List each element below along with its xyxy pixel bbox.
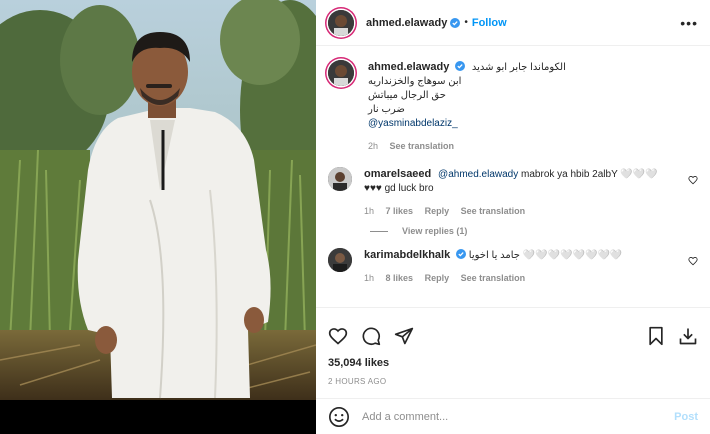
likes-count[interactable]: 35,094 likes <box>316 357 710 369</box>
caption-username[interactable]: ahmed.elawady <box>368 61 449 73</box>
action-bar <box>316 307 710 355</box>
caption-time[interactable]: 2h <box>368 141 378 151</box>
comment-like-heart-icon[interactable] <box>688 175 698 185</box>
caption-line: ضرب نار <box>368 104 405 115</box>
comment-username[interactable]: omarelsaeed <box>364 168 431 180</box>
add-comment-bar: Post <box>316 398 710 434</box>
post-header: ahmed.elawady • Follow ••• <box>316 0 710 46</box>
caption-line: ابن سوهاج والخزنداريه <box>368 76 462 87</box>
comment-text: ♥♥♥ gd luck bro <box>364 183 434 194</box>
comment-likes[interactable]: 7 likes <box>386 206 414 216</box>
share-icon[interactable] <box>394 326 414 346</box>
see-translation-link[interactable]: See translation <box>461 206 526 216</box>
comment-like-heart-icon[interactable] <box>688 256 698 266</box>
comment-mention[interactable]: @ahmed.elawady <box>438 169 518 180</box>
avatar[interactable] <box>328 9 354 36</box>
comments-list: ahmed.elawady الكوماندا جابر ابو شديد اب… <box>316 46 710 307</box>
bookmark-icon[interactable] <box>646 326 666 346</box>
comment-time[interactable]: 1h <box>364 206 374 216</box>
reply-button[interactable]: Reply <box>425 206 450 216</box>
more-options-icon[interactable]: ••• <box>680 15 698 31</box>
caption-avatar[interactable] <box>328 60 354 86</box>
reply-button[interactable]: Reply <box>425 273 450 283</box>
verified-badge-icon <box>456 249 466 259</box>
view-replies-divider <box>370 230 388 232</box>
verified-badge-icon <box>450 17 461 28</box>
post-time: 2 HOURS AGO <box>328 377 387 386</box>
post-panel: ahmed.elawady • Follow ••• ahmed.elawady… <box>316 0 710 434</box>
caption-mention[interactable]: @yasminabdelaziz_ <box>368 118 458 129</box>
comment-likes[interactable]: 8 likes <box>386 273 414 283</box>
download-icon[interactable] <box>678 326 698 346</box>
post-button[interactable]: Post <box>674 411 698 423</box>
comment-time[interactable]: 1h <box>364 273 374 283</box>
comment-avatar[interactable] <box>328 248 352 272</box>
comment-item: karimabdelkhalk جامد يا اخويا 🤍🤍🤍🤍🤍🤍🤍🤍 1… <box>328 248 698 285</box>
comment-input[interactable] <box>362 410 675 423</box>
comment-username[interactable]: karimabdelkhalk <box>364 249 450 261</box>
view-replies-button[interactable]: View replies (1) <box>370 226 698 236</box>
caption: ahmed.elawady الكوماندا جابر ابو شديد اب… <box>328 60 698 153</box>
post-photo[interactable] <box>0 0 316 434</box>
header-username[interactable]: ahmed.elawady <box>366 17 447 29</box>
verified-badge-icon <box>455 61 466 71</box>
view-replies-label: View replies (1) <box>402 226 468 236</box>
caption-line: حق الرجال ميباتش <box>368 90 446 101</box>
header-separator: • <box>464 17 468 28</box>
comment-text: جامد يا اخويا 🤍🤍🤍🤍🤍🤍🤍🤍 <box>468 250 623 261</box>
see-translation-link[interactable]: See translation <box>461 273 526 283</box>
comment-avatar[interactable] <box>328 167 352 191</box>
follow-button[interactable]: Follow <box>472 17 507 29</box>
comment-item: omarelsaeed @ahmed.elawady mabrok ya hbi… <box>328 167 698 218</box>
heart-icon[interactable] <box>328 326 348 346</box>
see-translation-link[interactable]: See translation <box>390 141 455 151</box>
emoji-icon[interactable] <box>328 406 350 428</box>
caption-line: الكوماندا جابر ابو شديد <box>471 62 566 73</box>
comment-icon[interactable] <box>361 326 381 346</box>
comment-text: mabrok ya hbib 2albY 🤍🤍🤍 <box>521 169 658 180</box>
